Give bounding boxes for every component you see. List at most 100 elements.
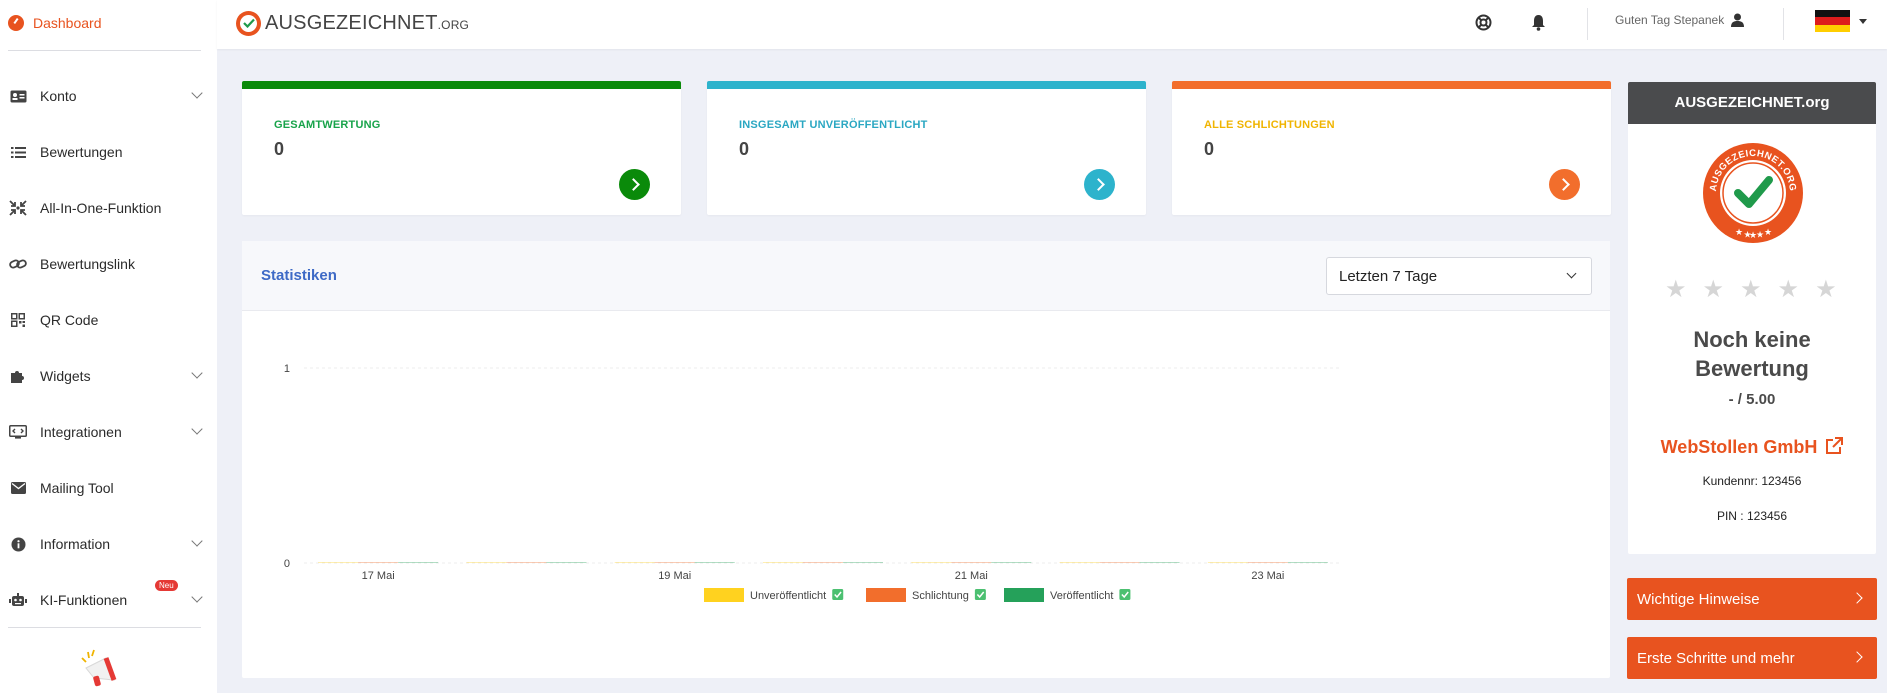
chart-bar bbox=[1207, 562, 1248, 563]
card-value: 0 bbox=[274, 139, 285, 159]
y-tick-label: 0 bbox=[284, 558, 290, 570]
dashboard-gauge-icon bbox=[8, 15, 24, 31]
sidebar-item-label: Bewertungslink bbox=[40, 256, 135, 272]
star-icon: ★ bbox=[1815, 276, 1837, 303]
svg-text:★: ★ bbox=[1756, 231, 1764, 241]
chart-bar bbox=[991, 562, 1032, 563]
chart-bar bbox=[1059, 562, 1100, 563]
caret-down-icon[interactable] bbox=[1859, 19, 1867, 24]
chevron-down-icon bbox=[191, 591, 203, 603]
sidebar-item-integrationen[interactable]: Integrationen bbox=[8, 420, 203, 444]
sidebar-item-all-in-one[interactable]: All-In-One-Funktion bbox=[8, 196, 201, 220]
legend-checkbox bbox=[832, 589, 844, 600]
x-tick-label: 21 Mai bbox=[955, 570, 988, 582]
statistics-header: Statistiken Letzten 7 Tage bbox=[242, 241, 1610, 311]
sidebar-item-widgets[interactable]: Widgets bbox=[8, 364, 203, 388]
sidebar-item-konto[interactable]: Konto bbox=[8, 84, 203, 108]
qr-code-icon bbox=[8, 313, 28, 327]
sidebar-divider bbox=[8, 50, 201, 51]
sidebar-item-mailing-tool[interactable]: Mailing Tool bbox=[8, 476, 201, 500]
card-accent-bar bbox=[1172, 81, 1611, 89]
sidebar-item-bewertungen[interactable]: Bewertungen bbox=[8, 140, 201, 164]
svg-text:★: ★ bbox=[1735, 228, 1743, 238]
chart-bar bbox=[1099, 562, 1140, 563]
chevron-right-icon bbox=[1851, 651, 1863, 663]
important-notes-button[interactable]: Wichtige Hinweise bbox=[1627, 578, 1877, 620]
bell-icon[interactable] bbox=[1528, 12, 1548, 32]
card-accent-bar bbox=[707, 81, 1146, 89]
sidebar-item-bewertungslink[interactable]: Bewertungslink bbox=[8, 252, 201, 276]
sidebar-item-dashboard[interactable]: Dashboard bbox=[8, 12, 102, 34]
chart-bar bbox=[911, 562, 952, 563]
card-label: GESAMTWERTUNG bbox=[274, 119, 381, 131]
sidebar-item-information[interactable]: Information bbox=[8, 532, 203, 556]
user-greeting[interactable]: Guten Tag Stepanek bbox=[1615, 13, 1745, 27]
chart-bar bbox=[358, 562, 399, 563]
no-rating-line1: Noch keine bbox=[1693, 327, 1811, 352]
support-lifebuoy-icon[interactable] bbox=[1473, 12, 1493, 32]
chevron-right-icon bbox=[1851, 592, 1863, 604]
user-icon bbox=[1731, 13, 1745, 27]
stat-card-unveroeffentlicht: INSGESAMT UNVERÖFFENTLICHT 0 bbox=[707, 81, 1146, 215]
y-tick-label: 1 bbox=[284, 363, 290, 375]
card-accent-bar bbox=[242, 81, 681, 89]
legend-checkbox bbox=[974, 589, 986, 600]
company-name: WebStollen GmbH bbox=[1660, 437, 1818, 457]
rating-widget-header: AUSGEZEICHNET.org bbox=[1628, 82, 1876, 124]
svg-text:★: ★ bbox=[1764, 228, 1772, 238]
sidebar-item-label: Konto bbox=[40, 88, 77, 104]
rating-score: - / 5.00 bbox=[1728, 391, 1776, 408]
award-seal-icon: AUSGEZEICHNET.ORG ★ ★ ★ ★ ★ bbox=[1702, 142, 1804, 249]
chevron-right-icon[interactable] bbox=[619, 169, 650, 200]
star-icon: ★ bbox=[1777, 276, 1800, 303]
sidebar-item-label: Dashboard bbox=[33, 15, 102, 31]
germany-flag-icon[interactable] bbox=[1815, 10, 1850, 32]
chevron-down-icon bbox=[191, 87, 203, 99]
chart-bar bbox=[654, 562, 695, 563]
company-link[interactable]: WebStollen GmbH bbox=[1628, 437, 1876, 460]
sidebar-item-label: Information bbox=[40, 536, 111, 552]
x-tick-label: 17 Mai bbox=[362, 570, 395, 582]
chart-bar bbox=[614, 562, 655, 563]
card-value: 0 bbox=[739, 139, 750, 159]
statistics-chart: 0 1 17 Mai 19 Mai 21 Mai 23 Mai Unveröffentlic… bbox=[284, 363, 1342, 602]
legend-swatch bbox=[866, 588, 906, 602]
pin-number: PIN : 123456 bbox=[1716, 509, 1788, 523]
chart-bar bbox=[694, 562, 735, 563]
sidebar-item-label: KI-Funktionen bbox=[40, 592, 128, 608]
chevron-right-icon[interactable] bbox=[1549, 169, 1580, 200]
chart-bar bbox=[843, 562, 883, 563]
first-steps-button[interactable]: Erste Schritte und mehr bbox=[1627, 637, 1877, 679]
x-tick-label: 19 Mai bbox=[658, 570, 691, 582]
card-label: INSGESAMT UNVERÖFFENTLICHT bbox=[739, 119, 928, 131]
sidebar-item-ki-funktionen[interactable]: KI-Funktionen Neu bbox=[8, 580, 203, 612]
legend-label: Unveröffentlicht bbox=[750, 590, 826, 602]
chart-bar bbox=[1287, 562, 1328, 563]
sidebar-item-qr-code[interactable]: QR Code bbox=[8, 308, 201, 332]
sidebar-item-label: Bewertungen bbox=[40, 144, 123, 160]
star-icon: ★ bbox=[1702, 276, 1725, 303]
statistics-panel: Statistiken Letzten 7 Tage 0 1 17 Mai 19 Ma… bbox=[242, 241, 1610, 678]
sidebar-item-label: All-In-One-Funktion bbox=[40, 200, 162, 216]
card-value: 0 bbox=[1204, 139, 1215, 159]
chevron-right-icon[interactable] bbox=[1084, 169, 1115, 200]
id-card-icon bbox=[8, 90, 28, 103]
integration-icon bbox=[8, 425, 28, 439]
date-range-select[interactable]: Letzten 7 Tage bbox=[1326, 257, 1592, 295]
no-rating-line2: Bewertung bbox=[1695, 356, 1809, 381]
star-icon: ★ bbox=[1665, 276, 1687, 303]
button-label: Wichtige Hinweise bbox=[1637, 590, 1760, 608]
legend-checkbox bbox=[1119, 589, 1131, 600]
statistics-title: Statistiken bbox=[261, 267, 337, 284]
legend-swatch bbox=[704, 588, 744, 602]
megaphone-icon[interactable] bbox=[80, 648, 124, 692]
chart-bar bbox=[803, 562, 843, 563]
chart-bar bbox=[466, 562, 507, 563]
logo[interactable]: AUSGEZEICHNET.ORG bbox=[236, 10, 469, 36]
chart-bar bbox=[318, 562, 359, 563]
rating-stars: ★ ★ ★ ★ ★ bbox=[1665, 278, 1837, 302]
external-link-icon bbox=[1825, 437, 1844, 460]
legend-label: Schlichtung bbox=[912, 590, 969, 602]
logo-text: AUSGEZEICHNET.ORG bbox=[265, 11, 470, 34]
arrows-collapse-icon bbox=[8, 200, 28, 216]
